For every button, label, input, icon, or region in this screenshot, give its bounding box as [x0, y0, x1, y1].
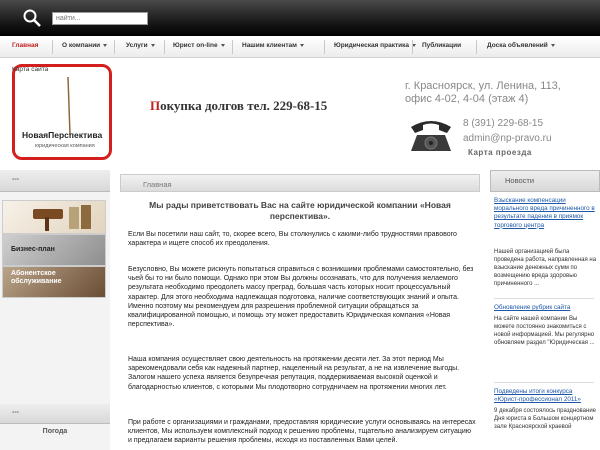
nav-item-lawyer-online[interactable]: Юрист on-line [173, 36, 225, 58]
banner-label-line: обслуживание [11, 278, 62, 285]
gavel-icon [33, 205, 91, 231]
company-logo[interactable]: НоваяПерспектива юридическая компания [12, 64, 112, 160]
company-address: г. Красноярск, ул. Ленина, 113, офис 4-0… [405, 80, 561, 106]
news-divider [494, 382, 594, 383]
main-content: Главная Мы рады приветствовать Вас на са… [120, 170, 480, 450]
address-line: офис 4-02, 4-04 (этаж 4) [405, 93, 529, 105]
nav-item-services[interactable]: Услуги [126, 36, 155, 58]
nav-item-home[interactable]: Главная [12, 36, 38, 58]
logo-name: НоваяПерспектива [22, 130, 103, 140]
paragraph: Наша компания осуществляет свою деятельн… [128, 356, 460, 391]
nav-item-about[interactable]: О компании [62, 36, 108, 58]
promo-text: окупка долгов тел. 229-68-15 [160, 98, 328, 113]
news-item-link[interactable]: Подведены итоги конкурса «Юрист-професси… [494, 388, 598, 404]
nav-item-practice[interactable]: Юридическая практика [334, 36, 416, 58]
nav-divider [412, 40, 413, 54]
banner-label: Абонентское обслуживание [11, 270, 62, 286]
telephone-icon [411, 121, 451, 151]
nav-label: Юридическая практика [334, 42, 409, 49]
nav-item-publications[interactable]: Публикации [422, 36, 461, 58]
news-item-text: На сайте нашей компании Вы можете постоя… [494, 316, 595, 346]
paragraph: Если Вы посетили наш сайт, то, скорее вс… [128, 231, 457, 248]
chevron-down-icon [103, 43, 108, 47]
sidebar-heading: --- [0, 170, 110, 192]
promo-first-letter: П [150, 98, 161, 113]
nav-divider [164, 40, 165, 54]
news-item-link[interactable]: Взыскание компенсации морального вреда п… [494, 197, 598, 230]
banner-label-line: Абонентское [11, 270, 56, 277]
left-sidebar: --- Бизнес-план Абонентское обслуживание… [0, 170, 110, 450]
main-nav: Главная О компании Услуги Юрист on-line … [0, 36, 600, 58]
nav-label: Нашим клиентам [242, 42, 297, 49]
nav-label: Главная [12, 42, 39, 49]
nav-item-board[interactable]: Доска объявлений [487, 36, 555, 58]
nav-divider [324, 40, 325, 54]
nav-divider [476, 40, 477, 54]
chevron-down-icon [550, 43, 555, 47]
news-sidebar: Новости Взыскание компенсации морального… [490, 170, 600, 450]
nav-label: О компании [62, 42, 101, 49]
search-input[interactable] [52, 12, 148, 25]
sidebar-heading: --- [0, 404, 110, 424]
news-item-text: 9 декабря состоялось празднование Дня юр… [494, 408, 597, 430]
banner-law-books[interactable] [2, 200, 106, 234]
news-item-text: Нашей организацией была проведена работа… [494, 249, 597, 287]
banner-subscription-service[interactable]: Абонентское обслуживание [2, 266, 106, 298]
nav-label: Публикации [422, 42, 462, 49]
banner-business-plan[interactable]: Бизнес-план [2, 234, 106, 266]
address-line: г. Красноярск, ул. Ленина, 113, [405, 80, 561, 92]
contact-phone: 8 (391) 229-68-15 [463, 118, 544, 129]
chevron-down-icon [220, 43, 225, 47]
map-link[interactable]: Карта проезда [468, 148, 532, 157]
promo-banner[interactable]: Покупка долгов тел. 229-68-15 [150, 98, 327, 114]
weather-heading: Погода [42, 428, 68, 435]
nav-item-clients[interactable]: Нашим клиентам [242, 36, 304, 58]
nav-divider [232, 40, 233, 54]
chevron-down-icon [150, 43, 155, 47]
banner-label: Бизнес-план [11, 246, 55, 253]
nav-divider [114, 40, 115, 54]
chevron-down-icon [299, 43, 304, 47]
paragraph: Безусловно, Вы можете рискнуть попытатьс… [128, 266, 474, 329]
pen-icon [67, 77, 71, 136]
contact-email[interactable]: admin@np-pravo.ru [463, 133, 552, 144]
page-title: Мы рады приветствовать Вас на сайте юрид… [149, 200, 451, 221]
breadcrumb[interactable]: Главная [120, 174, 480, 192]
top-bar [0, 0, 600, 36]
search-icon[interactable] [22, 8, 42, 28]
logo-subtitle: юридическая компания [35, 143, 95, 149]
news-heading: Новости [490, 170, 600, 192]
nav-label: Юрист on-line [173, 42, 218, 49]
nav-label: Доска объявлений [487, 42, 548, 49]
nav-label: Услуги [126, 42, 148, 49]
news-item-link[interactable]: Обновление рубрик сайта [494, 304, 598, 312]
news-divider [494, 298, 594, 299]
nav-divider [52, 40, 53, 54]
sitemap-link[interactable]: Карта сайта [12, 66, 48, 73]
paragraph: При работе с организациями и гражданами,… [128, 419, 476, 445]
